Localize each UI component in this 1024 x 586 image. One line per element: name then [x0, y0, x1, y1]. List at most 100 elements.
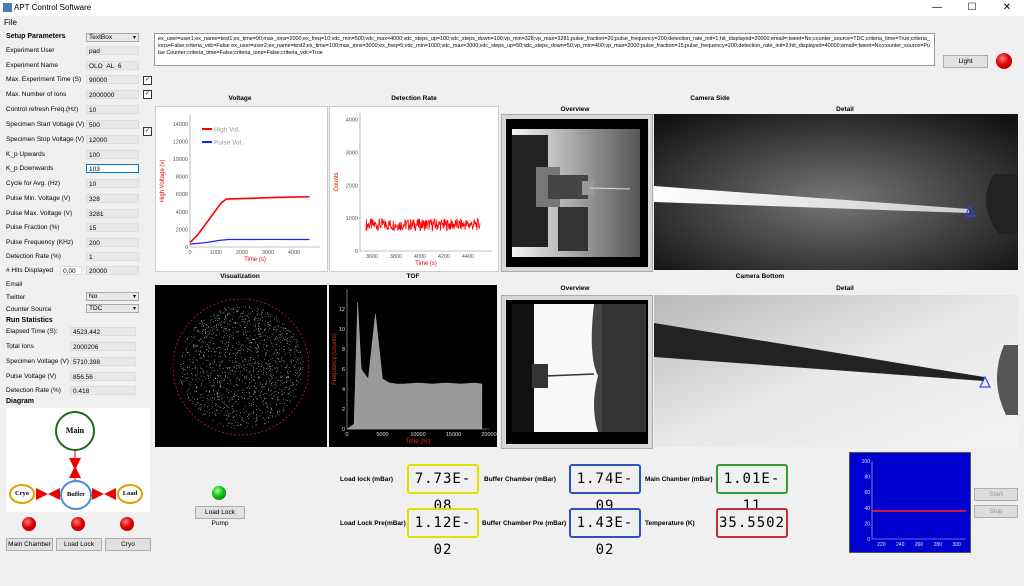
hit-point: [214, 410, 215, 412]
y-axis-label: High Voltage (v): [160, 160, 166, 203]
hit-point: [210, 327, 212, 328]
hit-point: [209, 332, 210, 334]
hit-point: [229, 336, 230, 337]
hit-point: [246, 364, 248, 365]
hit-point: [236, 385, 238, 387]
max-time-checkbox[interactable]: ✓: [143, 76, 152, 85]
side-overview-view: [501, 114, 653, 272]
hit-point: [264, 321, 266, 322]
cryo-button[interactable]: Cryo: [105, 538, 151, 551]
light-button[interactable]: Light: [943, 55, 988, 68]
hit-point: [256, 419, 258, 421]
hit-point: [250, 342, 251, 344]
max-ions-field[interactable]: 2000000: [86, 90, 139, 99]
pulse-fraction-field[interactable]: 15: [86, 223, 139, 232]
hit-point: [227, 313, 229, 315]
hits-field[interactable]: 20000: [86, 266, 139, 275]
email-field[interactable]: [86, 280, 139, 289]
hit-point: [257, 345, 258, 347]
hit-point: [222, 368, 224, 369]
pulse-max-field[interactable]: 3281: [86, 209, 139, 218]
hit-point: [224, 326, 226, 327]
hit-point: [236, 365, 237, 366]
hit-point: [216, 410, 218, 412]
hit-point: [284, 387, 286, 388]
hit-point: [265, 403, 267, 404]
hit-point: [208, 325, 209, 327]
hit-point: [219, 384, 221, 386]
hit-point: [219, 385, 221, 387]
stop-voltage-checkbox[interactable]: ✓: [143, 127, 152, 136]
hit-point: [196, 386, 198, 387]
hit-point: [221, 321, 222, 323]
hit-point: [298, 357, 300, 359]
hit-point: [235, 362, 237, 363]
hits-spinbox[interactable]: 0,00: [60, 266, 82, 275]
hit-point: [219, 367, 221, 369]
buffer-node: Buffer: [60, 480, 92, 510]
stop-button[interactable]: Stop: [974, 505, 1018, 518]
menu-file[interactable]: File: [4, 18, 17, 27]
close-button[interactable]: ✕: [990, 0, 1024, 16]
hit-point: [247, 330, 249, 332]
experiment-name-field[interactable]: OLO_AL_6: [86, 61, 139, 70]
start-button[interactable]: Start: [974, 488, 1018, 501]
cycle-field[interactable]: 10: [86, 179, 139, 188]
hit-point: [219, 310, 220, 311]
hit-point: [258, 376, 260, 378]
refresh-field[interactable]: 10: [86, 105, 139, 114]
mode-dropdown[interactable]: TextBox: [86, 33, 139, 42]
hit-point: [216, 316, 218, 318]
hit-point: [196, 327, 197, 328]
hit-point: [204, 356, 205, 357]
hit-point: [255, 316, 256, 318]
stop-voltage-field[interactable]: 12000: [86, 135, 139, 144]
hit-point: [235, 331, 237, 332]
max-ions-checkbox[interactable]: ✓: [143, 90, 152, 99]
hit-point: [269, 314, 271, 315]
kp-down-field[interactable]: 103: [86, 164, 139, 173]
x-tick-label: 10000: [410, 432, 425, 438]
hit-point: [191, 373, 192, 374]
hit-point: [201, 394, 203, 395]
hit-point: [235, 348, 237, 350]
pulse-min-field[interactable]: 328: [86, 194, 139, 203]
twitter-dropdown[interactable]: No: [86, 292, 139, 301]
hit-point: [270, 398, 272, 399]
x-tick-label: 0: [345, 432, 348, 438]
load-lock-pressure-label: Load lock (mBar): [340, 476, 394, 483]
hit-point: [268, 316, 269, 317]
y-tick-label: 2000: [346, 183, 358, 189]
minimize-button[interactable]: —: [920, 0, 954, 16]
hit-point: [270, 384, 272, 386]
hit-point: [248, 415, 249, 417]
experiment-user-field[interactable]: pad: [86, 46, 139, 55]
parameter-log[interactable]: ex_user=user1;ex_name=test1;ex_time=90;m…: [154, 33, 935, 66]
hit-point: [263, 309, 264, 311]
det-rate-field[interactable]: 1: [86, 252, 139, 261]
pulse-freq-field[interactable]: 200: [86, 238, 139, 247]
kp-up-field[interactable]: 100: [86, 150, 139, 159]
hit-point: [218, 376, 220, 378]
hit-point: [244, 321, 246, 323]
hit-point: [253, 404, 254, 405]
max-time-field[interactable]: 90000: [86, 75, 139, 84]
hit-point: [239, 367, 240, 369]
hit-point: [202, 331, 203, 332]
hit-point: [261, 313, 262, 314]
hit-point: [214, 315, 215, 317]
hit-point: [255, 391, 256, 393]
hit-point: [256, 349, 258, 351]
load-lock-button[interactable]: Load Lock: [56, 538, 102, 551]
load-lock-pump-button[interactable]: Load Lock Pump: [195, 506, 245, 527]
hit-point: [236, 343, 238, 344]
start-voltage-field[interactable]: 500: [86, 120, 139, 129]
main-chamber-button[interactable]: Main Chamber: [6, 538, 53, 551]
hit-point: [287, 373, 289, 374]
maximize-button[interactable]: ☐: [955, 0, 989, 16]
hit-point: [295, 364, 297, 365]
y-tick-label: 100: [862, 459, 871, 465]
hit-point: [239, 415, 241, 417]
hit-point: [188, 367, 190, 368]
counter-dropdown[interactable]: TDC: [86, 304, 139, 313]
